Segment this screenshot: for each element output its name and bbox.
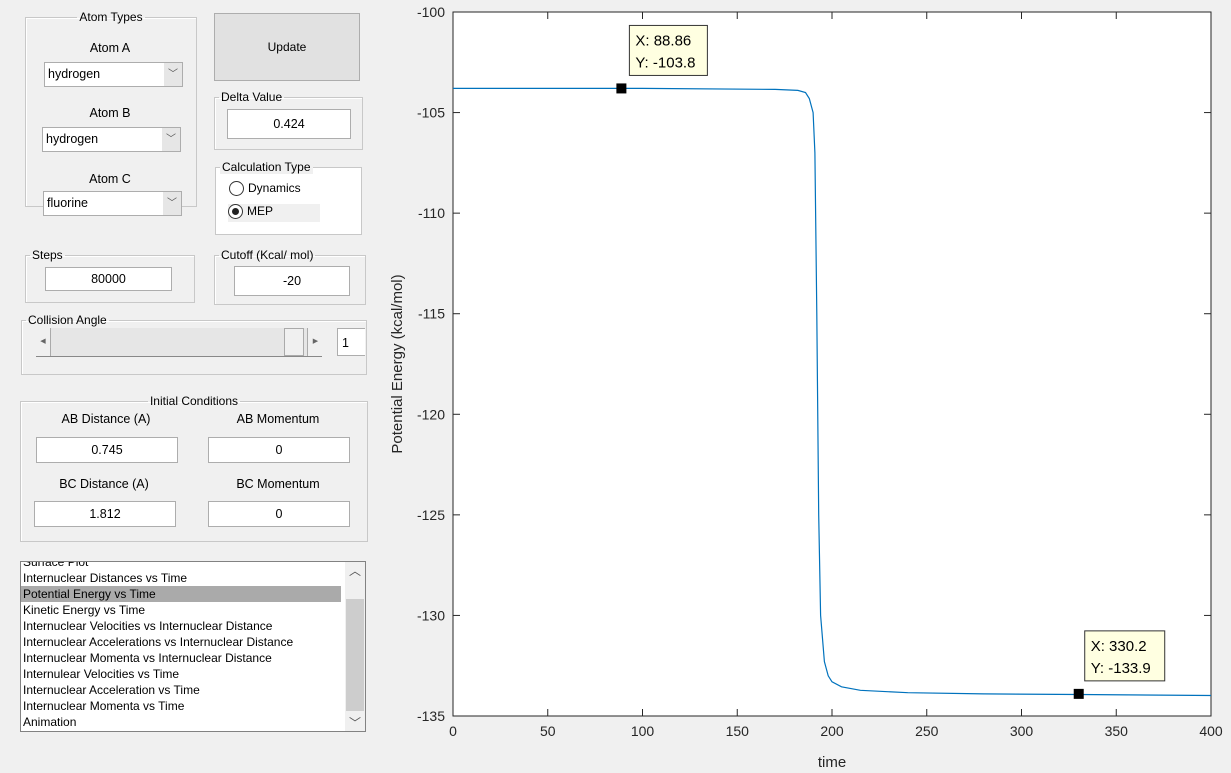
ab-momentum-input[interactable]: 0 [208,437,350,463]
atom-b-label: Atom B [89,106,131,120]
collision-angle-input[interactable]: 1 [337,328,365,356]
datatip-y: Y: -133.9 [1091,660,1151,677]
bc-momentum-label: BC Momentum [236,477,320,491]
calculation-type-title: Calculation Type [220,160,313,174]
slider-thumb[interactable] [284,328,304,356]
plot-list-item[interactable]: Internuclear Distances vs Time [21,570,341,586]
radio-dynamics-label: Dynamics [248,181,301,195]
datatip-marker [616,83,627,94]
cutoff-title: Cutoff (Kcal/ mol) [221,248,314,262]
plot-type-listbox[interactable]: Surface Plot Internuclear Distances vs Ti… [20,561,366,732]
atom-b-select[interactable]: hydrogen ﹀ [42,127,181,152]
y-tick-label: -100 [417,4,445,20]
steps-input[interactable]: 80000 [45,267,172,291]
x-tick-label: 250 [915,723,939,739]
plot-list-item[interactable]: Surface Plot [21,562,341,570]
y-tick-label: -115 [418,306,445,322]
y-tick-label: -130 [417,607,445,623]
scroll-down-icon[interactable]: ﹀ [345,714,365,731]
datatip-x: X: 330.2 [1091,638,1147,655]
y-tick-label: -120 [417,406,445,422]
bc-distance-label: BC Distance (A) [59,477,149,491]
atom-a-value: hydrogen [48,67,101,81]
ab-distance-input[interactable]: 0.745 [36,437,178,463]
y-tick-label: -110 [418,205,445,221]
plot-list-item[interactable]: Internuclear Acceleration vs Time [21,682,341,698]
scroll-right-icon[interactable]: ▶ [307,328,323,356]
atom-types-title: Atom Types [79,10,143,24]
plot-list-item[interactable]: Animation [21,714,341,730]
delta-value-title: Delta Value [221,90,283,104]
atom-a-label: Atom A [89,41,131,55]
ab-distance-label: AB Distance (A) [61,412,151,426]
chevron-down-icon: ﹀ [164,63,182,86]
radio-selected-icon [228,204,243,220]
update-button[interactable]: Update [214,13,360,81]
x-axis-label: time [818,754,846,771]
x-tick-label: 300 [1010,723,1034,739]
x-tick-label: 50 [540,723,556,739]
y-axis-label: Potential Energy (kcal/mol) [389,274,406,453]
y-tick-label: -135 [417,708,445,724]
steps-title: Steps [32,248,63,262]
x-tick-label: 400 [1199,723,1223,739]
plot-list-item[interactable]: Internuclear Momenta vs Internuclear Dis… [21,650,341,666]
x-tick-label: 0 [449,723,457,739]
datatip-y: Y: -103.8 [635,54,695,71]
atom-c-select[interactable]: fluorine ﹀ [43,191,182,216]
plot-list-item[interactable]: Internuclear Velocities vs Internuclear … [21,618,341,634]
potential-energy-chart: 0 50 100 150 200 250 300 350 400 -100 -105 -110 -115… [389,4,1223,771]
plot-list-item[interactable]: Internulear Velocities vs Time [21,666,341,682]
datatip-x: X: 88.86 [635,32,691,49]
plot-list-item[interactable]: Kinetic Energy vs Time [21,602,341,618]
collision-angle-slider[interactable]: ◀ ▶ [36,328,323,357]
atom-c-label: Atom C [89,172,131,186]
bc-distance-input[interactable]: 1.812 [34,501,176,527]
scroll-left-icon[interactable]: ◀ [36,328,51,356]
cutoff-input[interactable]: -20 [234,266,350,296]
atom-b-value: hydrogen [46,132,99,146]
y-tick-label: -105 [417,105,445,121]
ab-momentum-label: AB Momentum [236,412,320,426]
radio-icon [229,181,244,197]
atom-a-select[interactable]: hydrogen ﹀ [44,62,183,87]
list-scrollbar[interactable]: ︿ ﹀ [345,562,365,731]
atom-c-value: fluorine [47,196,88,210]
radio-mep[interactable]: MEP [228,204,320,222]
bc-momentum-input[interactable]: 0 [208,501,350,527]
initial-conditions-title: Initial Conditions [149,394,239,408]
x-tick-label: 200 [820,723,844,739]
delta-value-input[interactable]: 0.424 [227,109,351,139]
radio-dynamics[interactable]: Dynamics [229,181,301,197]
calculation-type-panel: Calculation Type [215,160,362,235]
plot-list-item[interactable]: Internuclear Accelerations vs Internucle… [21,634,341,650]
plot-list-item[interactable]: Internuclear Momenta vs Time [21,698,341,714]
x-tick-label: 150 [726,723,750,739]
datatip-marker [1073,688,1084,699]
y-tick-label: -125 [417,507,445,523]
radio-mep-label: MEP [247,204,274,218]
scrollbar-thumb[interactable] [346,599,364,711]
collision-angle-title: Collision Angle [28,313,107,327]
x-tick-label: 350 [1105,723,1129,739]
plot-list-item[interactable]: Potential Energy vs Time [21,586,341,602]
chevron-down-icon: ﹀ [162,128,180,151]
scroll-up-icon[interactable]: ︿ [345,562,365,580]
chevron-down-icon: ﹀ [163,192,181,215]
plot-area [452,11,1212,717]
x-tick-label: 100 [631,723,655,739]
